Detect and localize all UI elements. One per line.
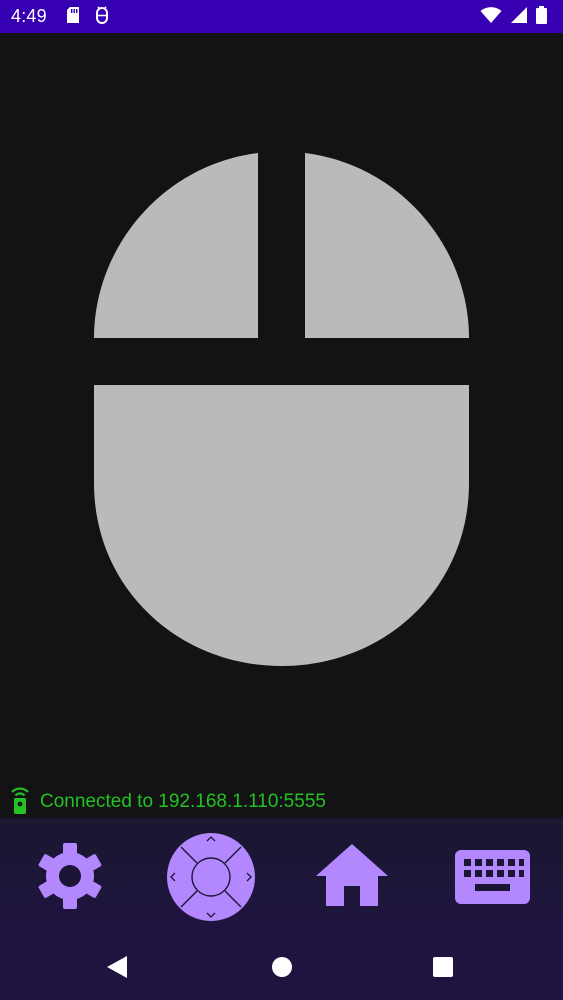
cell-signal-icon: [510, 6, 528, 29]
dpad-button[interactable]: [166, 832, 256, 927]
wifi-icon: [480, 6, 502, 29]
settings-button[interactable]: [34, 840, 106, 917]
home-circle-icon: [271, 957, 293, 982]
left-click-button[interactable]: [94, 153, 258, 338]
sd-card-icon: [66, 6, 80, 29]
home-nav-button[interactable]: [271, 956, 293, 983]
recents-button[interactable]: [433, 957, 453, 982]
dpad-icon: [166, 833, 256, 926]
keyboard-button[interactable]: [455, 850, 530, 909]
status-bar: 4:49: [0, 0, 563, 33]
home-icon: [315, 844, 389, 912]
settings-icon: [34, 843, 106, 916]
navigation-bar: [0, 933, 563, 1000]
remote-connected-icon: [8, 785, 32, 820]
mouse-area: [0, 33, 563, 818]
connection-status: Connected to 192.168.1.110:5555: [8, 786, 326, 818]
right-click-button[interactable]: [305, 153, 469, 338]
keyboard-icon: [455, 850, 530, 908]
bottom-toolbar: [0, 818, 563, 933]
battery-icon: [536, 6, 547, 29]
back-icon: [106, 956, 128, 983]
android-debug-icon: [94, 6, 110, 29]
status-time: 4:49: [11, 6, 47, 26]
touchpad[interactable]: [94, 385, 469, 666]
recents-icon: [433, 957, 453, 981]
home-button[interactable]: [315, 842, 389, 913]
back-button[interactable]: [106, 955, 128, 984]
connection-text: Connected to 192.168.1.110:5555: [40, 791, 326, 812]
